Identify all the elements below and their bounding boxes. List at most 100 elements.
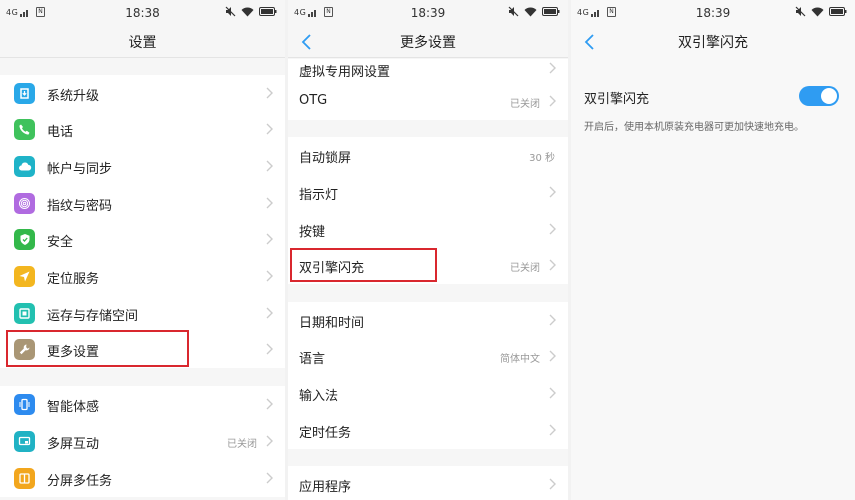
chevron-right-icon (266, 123, 273, 135)
settings-item-label: 定位服务 (47, 272, 100, 287)
settings-item-label: 指示灯 (299, 188, 339, 203)
page-title: 设置 (128, 35, 157, 51)
settings-item-label: 语言 (299, 352, 326, 367)
chevron-right-icon (266, 270, 273, 282)
settings-item-system-update[interactable]: 系统升级 (0, 75, 285, 112)
nav-bar: 双引擎闪充 (571, 26, 855, 58)
settings-item-location[interactable]: 定位服务 (0, 258, 285, 295)
settings-item-otg[interactable]: OTG 已关闭 (288, 83, 568, 120)
settings-item-label: OTG (299, 93, 328, 108)
settings-item-language[interactable]: 语言 简体中文 (288, 338, 568, 375)
chevron-right-icon (266, 197, 273, 209)
dual-engine-charging-description: 开启后，使用本机原装充电器可更加快速地充电。 (584, 122, 804, 133)
settings-item-indicator-light[interactable]: 指示灯 (288, 174, 568, 211)
status-bar: 4G N 18:39 (288, 0, 568, 26)
highlight-box (290, 248, 437, 282)
settings-item-account-sync[interactable]: 帐户与同步 (0, 148, 285, 185)
chevron-right-icon (549, 95, 556, 107)
settings-item-label: 多屏互动 (47, 437, 100, 452)
status-icons (225, 6, 277, 17)
mute-icon (225, 6, 236, 17)
chevron-right-icon (266, 307, 273, 319)
chevron-right-icon (549, 478, 556, 490)
phone-icon (14, 119, 35, 140)
wifi-icon (811, 7, 824, 16)
settings-item-label: 定时任务 (299, 426, 352, 441)
settings-item-label: 电话 (47, 125, 74, 140)
settings-item-vpn[interactable]: 虚拟专用网设置 (288, 59, 568, 86)
settings-screen: 4G N 18:38 设置 系统升级 电话 帐户与同步 指纹与密码 安全 定位服… (0, 0, 285, 500)
status-icons (508, 6, 560, 17)
settings-item-label: 智能体感 (47, 400, 100, 415)
chevron-right-icon (549, 223, 556, 235)
settings-item-date-time[interactable]: 日期和时间 (288, 302, 568, 339)
settings-item-smart-motion[interactable]: 智能体感 (0, 386, 285, 423)
chevron-right-icon (549, 424, 556, 436)
chevron-right-icon (266, 398, 273, 410)
dual-engine-charging-screen: 4G N 18:39 双引擎闪充 双引擎闪充 开启后，使用本机原装充电器可更加快… (571, 0, 855, 500)
shield-icon (14, 229, 35, 250)
settings-item-label: 按键 (299, 225, 326, 240)
settings-item-fingerprint[interactable]: 指纹与密码 (0, 185, 285, 222)
settings-item-input-method[interactable]: 输入法 (288, 375, 568, 412)
settings-item-label: 安全 (47, 235, 74, 250)
settings-item-label: 自动锁屏 (299, 151, 352, 166)
dual-engine-charging-toggle[interactable] (799, 86, 839, 106)
settings-item-value: 简体中文 (500, 354, 540, 365)
mute-icon (508, 6, 519, 17)
settings-item-auto-lock[interactable]: 自动锁屏 30 秒 (288, 137, 568, 174)
status-bar: 4G N 18:39 (571, 0, 855, 26)
chevron-right-icon (549, 186, 556, 198)
settings-item-phone[interactable]: 电话 (0, 111, 285, 148)
chevron-right-icon (266, 343, 273, 355)
chevron-right-icon (549, 350, 556, 362)
fingerprint-icon (14, 193, 35, 214)
settings-item-label: 运存与存储空间 (47, 309, 139, 324)
split-screen-icon (14, 468, 35, 489)
battery-icon (829, 7, 847, 16)
settings-item-value: 30 秒 (529, 153, 555, 164)
settings-item-label: 日期和时间 (299, 316, 365, 331)
settings-item-multiscreen[interactable]: 多屏互动 已关闭 (0, 423, 285, 460)
settings-item-label: 分屏多任务 (47, 474, 113, 489)
chevron-right-icon (549, 259, 556, 271)
dual-engine-charging-label: 双引擎闪充 (584, 92, 650, 107)
settings-item-label: 虚拟专用网设置 (299, 65, 391, 80)
settings-item-applications[interactable]: 应用程序 (288, 466, 568, 500)
settings-item-storage[interactable]: 运存与存储空间 (0, 295, 285, 332)
battery-icon (259, 7, 277, 16)
more-settings-screen: 4G N 18:39 更多设置 虚拟专用网设置 OTG 已关闭 自动锁屏 30 … (288, 0, 568, 500)
toggle-knob (821, 88, 837, 104)
settings-item-label: 指纹与密码 (47, 199, 113, 214)
settings-item-split-screen[interactable]: 分屏多任务 (0, 460, 285, 497)
wifi-icon (524, 7, 537, 16)
storage-icon (14, 303, 35, 324)
status-icons (795, 6, 847, 17)
settings-item-buttons[interactable]: 按键 (288, 211, 568, 248)
chevron-right-icon (266, 160, 273, 172)
settings-item-label: 输入法 (299, 389, 339, 404)
status-bar: 4G N 18:38 (0, 0, 285, 26)
page-title: 更多设置 (400, 35, 456, 51)
settings-item-value: 已关闭 (227, 439, 257, 450)
chevron-right-icon (266, 472, 273, 484)
settings-item-label: 系统升级 (47, 89, 100, 104)
settings-item-value: 已关闭 (510, 263, 540, 274)
nav-bar: 更多设置 (288, 26, 568, 58)
page-title: 双引擎闪充 (678, 35, 748, 51)
chevron-right-icon (549, 387, 556, 399)
settings-item-security[interactable]: 安全 (0, 221, 285, 258)
battery-icon (542, 7, 560, 16)
location-icon (14, 266, 35, 287)
chevron-right-icon (266, 87, 273, 99)
settings-item-label: 应用程序 (299, 480, 352, 495)
wifi-icon (241, 7, 254, 16)
highlight-box (6, 330, 189, 367)
settings-item-label: 帐户与同步 (47, 162, 113, 177)
settings-item-value: 已关闭 (510, 99, 540, 110)
cloud-sync-icon (14, 156, 35, 177)
chevron-right-icon (549, 62, 556, 74)
chevron-right-icon (266, 435, 273, 447)
nav-bar: 设置 (0, 26, 285, 58)
settings-item-scheduled-tasks[interactable]: 定时任务 (288, 412, 568, 449)
